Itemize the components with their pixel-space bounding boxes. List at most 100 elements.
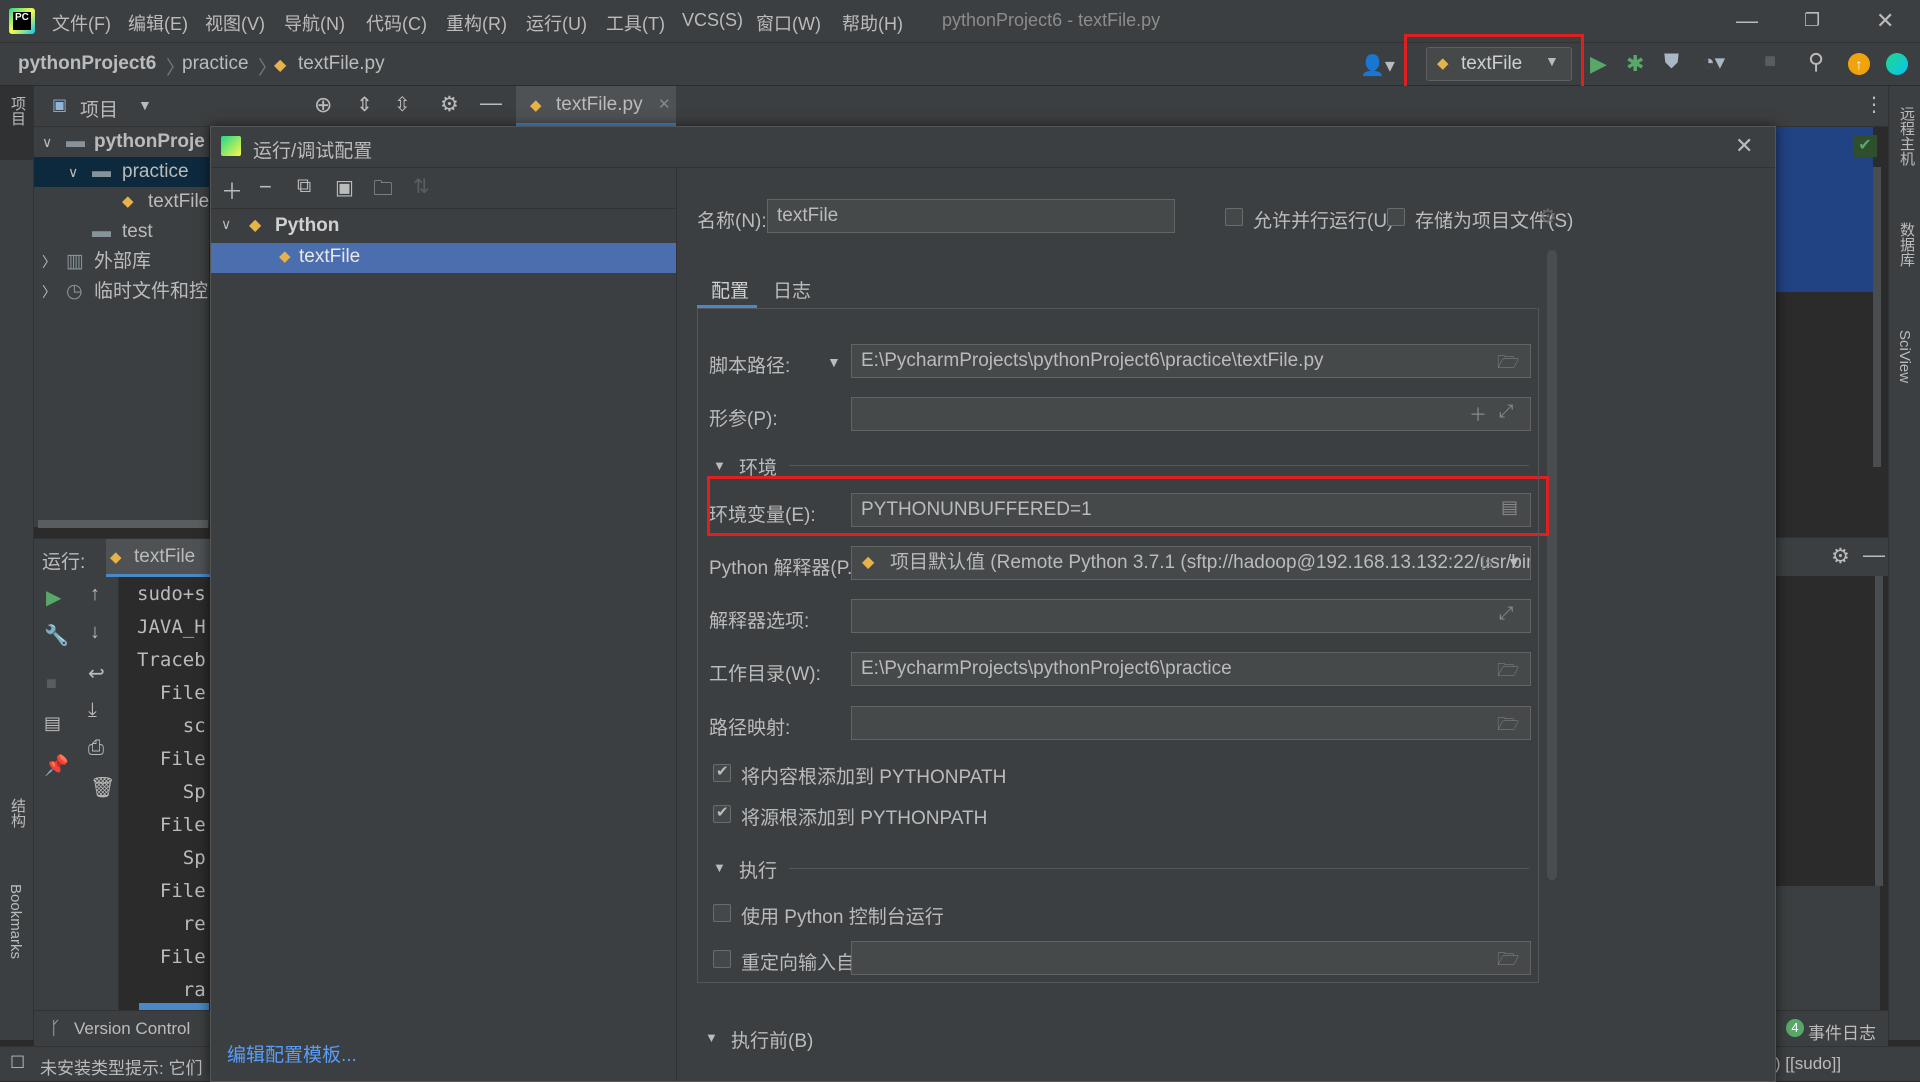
status-icon[interactable]: ☐	[10, 1053, 25, 1073]
tree-item-textfile[interactable]: ◆ textFile	[34, 187, 209, 217]
edit-templates-link[interactable]: 编辑配置模板...	[227, 1040, 357, 1067]
collapse-env-icon[interactable]: ▼	[713, 458, 726, 473]
sort-icon[interactable]: ⇅	[413, 174, 430, 199]
menu-navigate[interactable]: 导航(N)	[284, 10, 345, 36]
tree-item-practice[interactable]: ∨ ▬ practice	[34, 157, 209, 187]
tree-item-test[interactable]: ▬ test	[34, 217, 209, 247]
layout-icon[interactable]: ▤	[44, 713, 61, 734]
hide-panel-icon[interactable]: —	[480, 90, 502, 116]
bookmarks-tool-label[interactable]: Bookmarks	[7, 884, 24, 959]
run-config-selector[interactable]: ◆ textFile ▼	[1426, 47, 1572, 81]
remove-icon[interactable]: −	[259, 174, 272, 200]
folder-icon[interactable]: 🗁	[1497, 712, 1519, 742]
menu-tools[interactable]: 工具(T)	[606, 10, 665, 36]
project-tool-tab[interactable]: 项目	[0, 86, 33, 160]
coverage-icon[interactable]: ⛊	[1664, 51, 1679, 74]
rerun-icon[interactable]: ▶	[46, 585, 61, 610]
menu-run[interactable]: 运行(U)	[526, 10, 587, 36]
add-icon[interactable]: ＋	[221, 174, 243, 206]
expand-icon[interactable]: ⤢	[1499, 603, 1513, 624]
menu-window[interactable]: 窗口(W)	[756, 10, 821, 36]
name-input[interactable]: textFile	[767, 199, 1175, 233]
console-scrollbar[interactable]	[139, 1003, 209, 1010]
arrow-down-icon[interactable]: ↓	[90, 621, 100, 644]
structure-tool-label[interactable]: 结构	[7, 798, 28, 828]
gear-icon[interactable]: ⚙	[440, 92, 459, 117]
sciview-tool-label[interactable]: SciView	[1896, 330, 1913, 383]
inspection-ok-icon[interactable]: ✔	[1853, 135, 1877, 157]
locate-icon[interactable]: ⊕	[314, 92, 332, 118]
user-icon[interactable]: 👤▾	[1360, 53, 1395, 78]
close-tab-icon[interactable]: ✕	[658, 95, 671, 113]
run-tab-textfile[interactable]: ◆ textFile	[106, 539, 216, 577]
trash-icon[interactable]: 🗑	[90, 775, 115, 800]
chevron-down-icon[interactable]: ▼	[827, 354, 841, 370]
tree-item-scratches[interactable]: 〉 ◷ 临时文件和控	[34, 277, 209, 307]
jetbrains-icon[interactable]	[1886, 53, 1908, 75]
run-icon[interactable]: ▶	[1590, 51, 1607, 77]
more-options-icon[interactable]: ⋮	[1864, 92, 1884, 117]
add-source-roots-checkbox[interactable]	[713, 803, 731, 823]
collapse-before-launch-icon[interactable]: ▼	[705, 1030, 718, 1045]
menu-edit[interactable]: 编辑(E)	[128, 10, 188, 36]
hide-panel-icon[interactable]: —	[1863, 542, 1885, 568]
editor-scrollbar[interactable]	[1873, 167, 1881, 467]
folder-icon[interactable]: 🗁	[1497, 658, 1519, 688]
menu-view[interactable]: 视图(V)	[205, 10, 265, 36]
version-control-tab[interactable]: Version Control	[74, 1019, 190, 1039]
menu-refactor[interactable]: 重构(R)	[446, 10, 507, 36]
tab-configuration[interactable]: 配置	[697, 268, 757, 308]
tree-item-project-root[interactable]: ∨ ▬ pythonProje	[34, 127, 209, 157]
interpreter-select[interactable]: ◆ 项目默认值 (Remote Python 3.7.1 (sftp://had…	[851, 546, 1531, 580]
editor-tab-textfile[interactable]: ◆ textFile.py ✕	[516, 86, 676, 126]
tree-scrollbar[interactable]	[38, 520, 208, 528]
copy-icon[interactable]: ⧉	[297, 175, 311, 198]
project-panel-title[interactable]: 项目	[80, 95, 118, 122]
wrench-icon[interactable]: 🔧	[44, 623, 69, 648]
gear-icon[interactable]: ⚙	[1539, 204, 1557, 229]
breadcrumb-folder[interactable]: practice	[182, 53, 249, 75]
store-as-project-checkbox[interactable]	[1387, 208, 1405, 226]
redirect-input-field[interactable]	[851, 941, 1531, 975]
gear-icon[interactable]: ⚙	[1831, 544, 1850, 569]
print-icon[interactable]: ⎙	[88, 737, 104, 760]
menu-code[interactable]: 代码(C)	[366, 10, 427, 36]
pin-icon[interactable]: 📌	[44, 753, 69, 778]
scroll-to-end-icon[interactable]: ⤓	[88, 699, 97, 722]
folder-icon[interactable]: 🗁	[1497, 350, 1519, 380]
close-icon[interactable]: ✕	[1735, 133, 1753, 159]
add-icon[interactable]: ＋	[1469, 401, 1487, 427]
event-log-tab[interactable]: 事件日志	[1808, 1019, 1876, 1044]
interp-options-input[interactable]	[851, 599, 1531, 633]
menu-help[interactable]: 帮助(H)	[842, 10, 903, 36]
breadcrumb-file[interactable]: textFile.py	[298, 53, 385, 75]
update-icon[interactable]: ↑	[1848, 53, 1870, 75]
config-group-python[interactable]: ∨ ◆ Python	[211, 212, 676, 242]
close-window-icon[interactable]: ✕	[1876, 8, 1894, 34]
redirect-input-checkbox[interactable]	[713, 950, 731, 968]
form-scrollbar[interactable]	[1547, 250, 1557, 880]
minimize-icon[interactable]: —	[1736, 8, 1758, 34]
expand-icon[interactable]: ⤢	[1499, 401, 1513, 422]
run-console[interactable]: sudo+s JAVA_H Traceb File sc File Sp Fil…	[119, 577, 209, 1010]
profile-icon[interactable]: ◔▾	[1702, 50, 1725, 75]
expand-all-icon[interactable]: ⇕	[356, 92, 373, 117]
arrow-up-icon[interactable]: ↑	[90, 583, 100, 606]
tab-logs[interactable]: 日志	[761, 268, 821, 308]
breadcrumb-project[interactable]: pythonProject6	[18, 53, 156, 75]
database-tool-label[interactable]: 数据库	[1896, 222, 1917, 267]
editor-area[interactable]: ✔	[1775, 127, 1888, 537]
collapse-exec-icon[interactable]: ▼	[713, 860, 726, 875]
remote-host-tool-label[interactable]: 远程主机	[1896, 106, 1917, 166]
search-icon[interactable]: ⚲	[1808, 49, 1824, 75]
workdir-input[interactable]: E:\PycharmProjects\pythonProject6\practi…	[851, 652, 1531, 686]
folder-icon[interactable]: 🗁	[1497, 947, 1519, 977]
chevron-down-icon[interactable]: ▼	[1507, 554, 1521, 570]
params-input[interactable]	[851, 397, 1531, 431]
config-item-textfile[interactable]: ◆ textFile	[211, 243, 676, 273]
stop-icon[interactable]: ■	[1764, 50, 1776, 73]
side-panel-scrollbar[interactable]	[1875, 576, 1883, 886]
debug-icon[interactable]: ✱	[1626, 51, 1644, 77]
script-path-input[interactable]: E:\PycharmProjects\pythonProject6\practi…	[851, 344, 1531, 378]
chevron-down-icon[interactable]: ▼	[138, 97, 152, 113]
